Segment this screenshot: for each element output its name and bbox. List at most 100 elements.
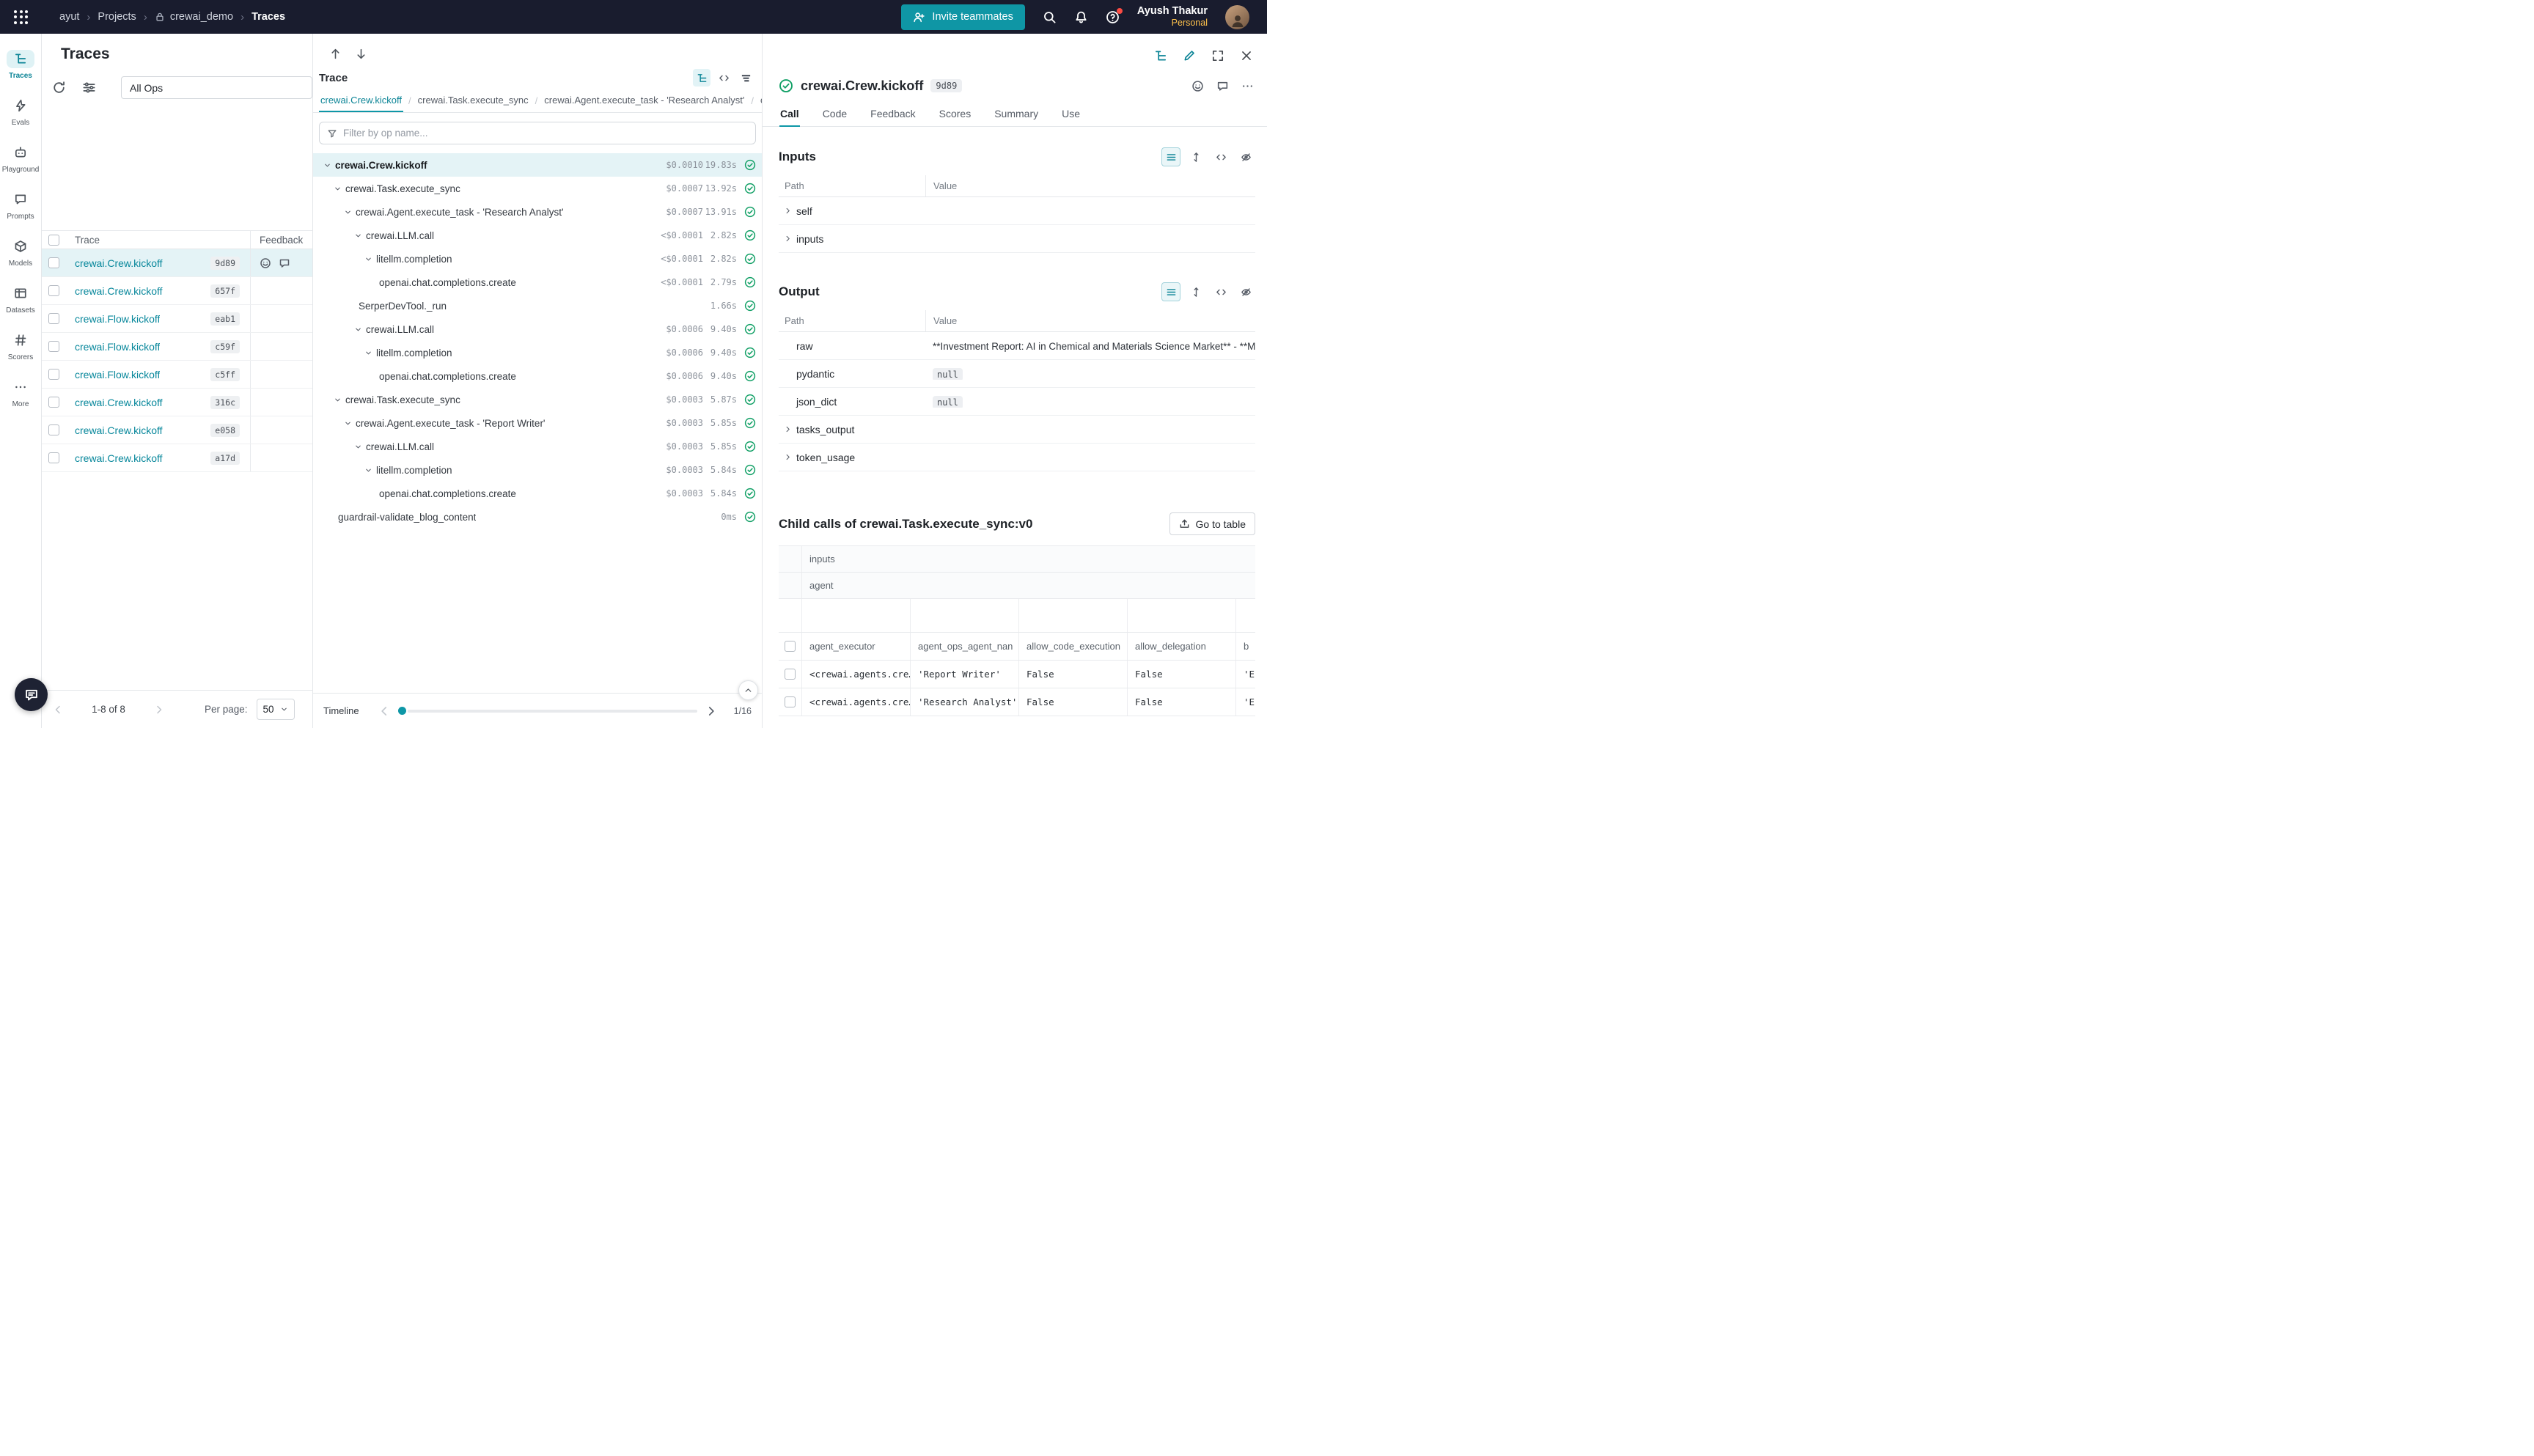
prev-call-button[interactable] [329, 48, 342, 60]
trace-row[interactable]: crewai.Crew.kickoff657f [42, 277, 312, 305]
sidebar-item-prompts[interactable]: Prompts [0, 182, 41, 229]
trace-row[interactable]: crewai.Crew.kickoffe058 [42, 416, 312, 444]
row-checkbox[interactable] [48, 424, 59, 435]
go-to-table-button[interactable]: Go to table [1169, 512, 1256, 535]
trace-crumb[interactable]: crewai.Agent.execute_task - 'Research An… [543, 89, 746, 112]
column-header-feedback[interactable]: Feedback [250, 231, 312, 249]
call-id-badge[interactable]: 9d89 [930, 79, 962, 92]
sidebar-item-evals[interactable]: Evals [0, 88, 41, 135]
select-all-checkbox[interactable] [785, 641, 796, 652]
scroll-to-top-button[interactable] [738, 680, 758, 700]
chevron-down-icon[interactable] [351, 232, 364, 240]
chevron-down-icon[interactable] [341, 208, 354, 216]
trace-link[interactable]: crewai.Crew.kickoff [75, 285, 163, 297]
next-page-button[interactable] [153, 704, 165, 716]
avatar[interactable] [1225, 5, 1249, 29]
list-view-button[interactable] [1161, 282, 1180, 301]
trace-tree-row[interactable]: crewai.Agent.execute_task - 'Report Writ… [313, 411, 762, 435]
row-checkbox[interactable] [48, 341, 59, 352]
row-checkbox[interactable] [48, 369, 59, 380]
row-checkbox[interactable] [48, 397, 59, 408]
code-view-button[interactable] [1211, 282, 1230, 301]
row-checkbox[interactable] [48, 285, 59, 296]
trace-tree-row[interactable]: openai.chat.completions.create$0.00069.4… [313, 364, 762, 388]
timeline-next-button[interactable] [705, 705, 718, 718]
breadcrumb-item[interactable]: Traces [251, 11, 285, 23]
trace-tree-row[interactable]: openai.chat.completions.create<$0.00012.… [313, 271, 762, 294]
code-view-button[interactable] [1211, 147, 1230, 166]
chevron-down-icon[interactable] [361, 466, 375, 474]
chevron-down-icon[interactable] [351, 443, 364, 451]
kv-row[interactable]: tasks_output [779, 416, 1255, 444]
user-menu[interactable]: Ayush Thakur Personal [1137, 4, 1208, 29]
trace-link[interactable]: crewai.Flow.kickoff [75, 341, 160, 353]
trace-tree-row[interactable]: crewai.LLM.call$0.00069.40s [313, 317, 762, 341]
trace-tree-row[interactable]: crewai.LLM.call$0.00035.85s [313, 435, 762, 458]
trace-link[interactable]: crewai.Crew.kickoff [75, 452, 163, 464]
timeline-prev-button[interactable] [378, 705, 391, 718]
trace-tree-row[interactable]: openai.chat.completions.create$0.00035.8… [313, 482, 762, 505]
sidebar-item-models[interactable]: Models [0, 229, 41, 276]
child-call-row[interactable]: <crewai.agents.cre…'Research Analyst'Fal… [779, 688, 1255, 716]
kv-row[interactable]: self [779, 197, 1255, 225]
search-icon[interactable] [1043, 10, 1057, 24]
trace-tree-row[interactable]: crewai.Task.execute_sync$0.000713.92s [313, 177, 762, 200]
column-header-trace[interactable]: Trace [65, 235, 250, 246]
trace-tree-row[interactable]: crewai.Task.execute_sync$0.00035.87s [313, 388, 762, 411]
sidebar-item-playground[interactable]: Playground [0, 135, 41, 182]
expand-rows-button[interactable] [1186, 147, 1205, 166]
help-icon[interactable] [1106, 10, 1120, 24]
chevron-down-icon[interactable] [320, 161, 334, 169]
tab-scores[interactable]: Scores [939, 101, 972, 127]
trace-row[interactable]: crewai.Crew.kickoff9d89 [42, 249, 312, 277]
tab-use[interactable]: Use [1061, 101, 1081, 127]
select-all-checkbox[interactable] [48, 235, 59, 246]
ops-filter-select[interactable]: All Ops [121, 76, 312, 99]
row-checkbox[interactable] [48, 313, 59, 324]
tab-call[interactable]: Call [779, 101, 800, 127]
chevron-down-icon[interactable] [341, 419, 354, 427]
refresh-button[interactable] [52, 81, 66, 95]
row-checkbox[interactable] [785, 696, 796, 707]
wandb-logo[interactable] [0, 10, 42, 24]
column-header[interactable]: allow_delegation [1128, 633, 1236, 660]
trace-crumb[interactable]: crewai.Task.execute_sync [416, 89, 530, 112]
trace-tree-row[interactable]: crewai.LLM.call<$0.00012.82s [313, 224, 762, 247]
breadcrumb-item[interactable]: crewai_demo [155, 11, 233, 23]
trace-crumb[interactable]: crewai.LLM.call [759, 89, 762, 112]
row-checkbox[interactable] [48, 452, 59, 463]
more-icon[interactable] [1241, 80, 1254, 92]
next-call-button[interactable] [355, 48, 367, 60]
trace-link[interactable]: crewai.Crew.kickoff [75, 397, 163, 408]
trace-link[interactable]: crewai.Crew.kickoff [75, 257, 163, 269]
op-name-filter-input[interactable] [343, 128, 748, 139]
expand-rows-button[interactable] [1186, 282, 1205, 301]
chevron-down-icon[interactable] [331, 185, 344, 193]
kv-row[interactable]: token_usage [779, 444, 1255, 471]
sidebar-item-scorers[interactable]: Scorers [0, 323, 41, 369]
list-view-button[interactable] [1161, 147, 1180, 166]
column-header[interactable]: agent_executor [802, 633, 911, 660]
timeline-slider[interactable] [398, 707, 697, 715]
invite-teammates-button[interactable]: Invite teammates [901, 4, 1024, 30]
column-header[interactable]: b [1236, 633, 1255, 660]
trace-row[interactable]: crewai.Flow.kickoffc59f [42, 333, 312, 361]
trace-tree-row[interactable]: SerperDevTool._run1.66s [313, 294, 762, 317]
sidebar-item-datasets[interactable]: Datasets [0, 276, 41, 323]
tab-code[interactable]: Code [822, 101, 848, 127]
kv-row[interactable]: json_dictnull [779, 388, 1255, 416]
per-page-select[interactable]: 50 [257, 699, 295, 720]
trace-link[interactable]: crewai.Flow.kickoff [75, 369, 160, 380]
trace-link[interactable]: crewai.Crew.kickoff [75, 424, 163, 436]
trace-tree-row[interactable]: litellm.completion$0.00069.40s [313, 341, 762, 364]
chevron-down-icon[interactable] [361, 255, 375, 263]
breadcrumb-item[interactable]: ayut [59, 11, 79, 23]
trace-crumb[interactable]: crewai.Crew.kickoff [319, 89, 403, 112]
tree-view-button[interactable] [693, 69, 710, 87]
kv-row[interactable]: pydanticnull [779, 360, 1255, 388]
trace-row[interactable]: crewai.Crew.kickoffa17d [42, 444, 312, 472]
trace-tree-row[interactable]: litellm.completion$0.00035.84s [313, 458, 762, 482]
column-header[interactable]: agent_ops_agent_nan [911, 633, 1019, 660]
child-call-row[interactable]: <crewai.agents.cre…'Report Writer'FalseF… [779, 661, 1255, 688]
prev-page-button[interactable] [52, 704, 64, 716]
